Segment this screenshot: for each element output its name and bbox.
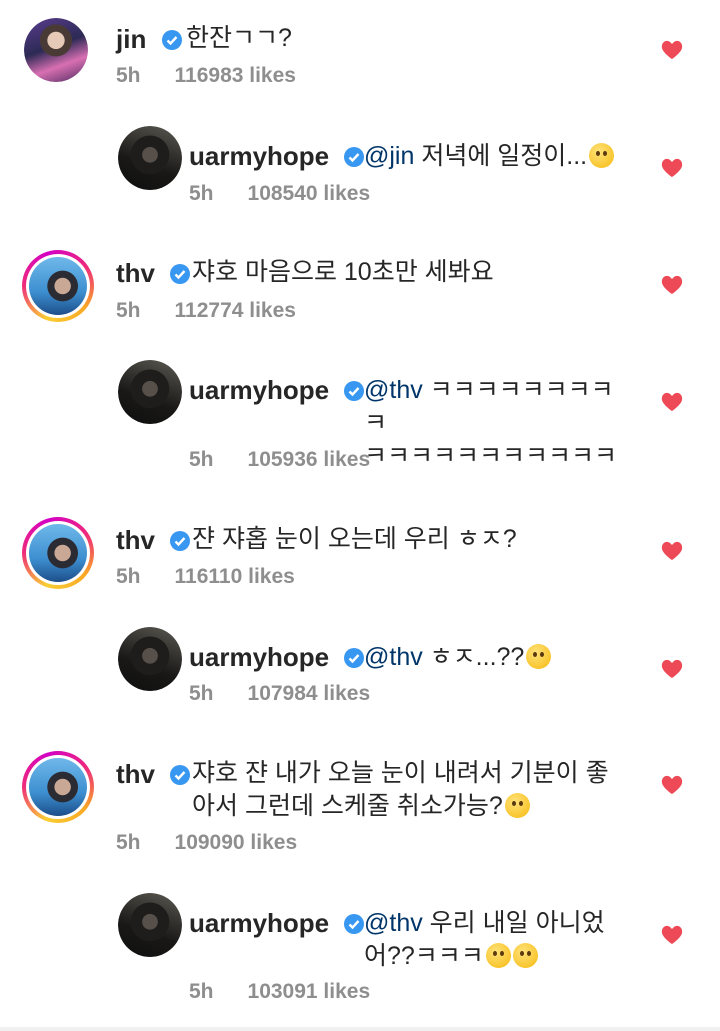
avatar[interactable]: [22, 751, 94, 823]
thv-avatar-image: [29, 257, 87, 315]
username-label[interactable]: uarmyhope: [189, 375, 329, 405]
heart-icon[interactable]: [661, 659, 683, 679]
username-label[interactable]: thv: [116, 258, 155, 288]
timestamp: 5h: [116, 299, 141, 322]
heart-icon[interactable]: [661, 392, 683, 412]
comment-meta: 5h 109090 likes: [116, 831, 297, 855]
avatar[interactable]: [22, 250, 94, 322]
comment-meta: 5h 112774 likes: [116, 299, 296, 323]
avatar[interactable]: [22, 517, 94, 589]
comment-text: 쟈호 쟌 내가 오늘 눈이 내려서 기분이 좋 아서 그런데 스케줄 취소가능?: [192, 759, 609, 820]
verified-badge-icon: [170, 531, 191, 551]
heart-icon[interactable]: [661, 40, 683, 60]
timestamp: 5h: [189, 682, 214, 705]
avatar[interactable]: [118, 627, 182, 691]
thv-avatar-image: [29, 524, 87, 582]
verified-badge-icon: [161, 30, 182, 50]
mention-link[interactable]: @jin: [364, 142, 414, 170]
username[interactable]: uarmyhope: [189, 141, 365, 172]
thv-avatar-image: [29, 758, 87, 816]
verified-badge-icon: [344, 147, 365, 167]
username-label[interactable]: uarmyhope: [189, 908, 329, 938]
verified-badge-icon: [170, 765, 191, 785]
avatar[interactable]: [118, 360, 182, 424]
username[interactable]: uarmyhope: [189, 375, 365, 406]
timestamp: 5h: [189, 980, 214, 1003]
uarmyhope-avatar-image: [118, 126, 182, 190]
likes-count[interactable]: 103091 likes: [248, 980, 371, 1003]
mention-link[interactable]: @thv: [364, 909, 423, 937]
timestamp: 5h: [116, 64, 141, 87]
likes-count[interactable]: 107984 likes: [248, 682, 371, 705]
avatar[interactable]: [118, 126, 182, 190]
comment-text: 한잔ㄱㄱ?: [186, 24, 292, 52]
username-label[interactable]: thv: [116, 759, 155, 789]
likes-count[interactable]: 108540 likes: [248, 182, 371, 205]
likes-count[interactable]: 109090 likes: [175, 831, 298, 854]
username-label[interactable]: uarmyhope: [189, 642, 329, 672]
avatar[interactable]: [118, 893, 182, 957]
likes-count[interactable]: 116110 likes: [175, 565, 295, 588]
mention-link[interactable]: @thv: [364, 376, 423, 404]
uarmyhope-avatar-image: [118, 360, 182, 424]
heart-eyes-emoji: [504, 793, 530, 818]
comment-meta: 5h 105936 likes: [189, 448, 370, 472]
comment-meta: 5h 103091 likes: [189, 980, 370, 1004]
username-label[interactable]: jin: [116, 24, 146, 54]
verified-badge-icon: [344, 914, 365, 934]
comment-text: @thv ㅎㅈ...??: [364, 641, 552, 674]
likes-count[interactable]: 112774 likes: [175, 299, 296, 322]
timestamp: 5h: [189, 448, 214, 471]
mention-link[interactable]: @thv: [364, 643, 423, 671]
uarmyhope-avatar-image: [118, 893, 182, 957]
surprised-emoji: [526, 644, 552, 669]
username[interactable]: thv: [116, 525, 191, 556]
comment-meta: 5h 108540 likes: [189, 182, 370, 206]
comment-meta: 5h 116983 likes: [116, 64, 296, 88]
comment-text: 쟈호 마음으로 10초만 세봐요: [192, 258, 494, 286]
username[interactable]: thv: [116, 759, 191, 790]
heart-icon[interactable]: [661, 775, 683, 795]
comment-meta: 5h 107984 likes: [189, 682, 370, 706]
divider: [0, 1027, 720, 1031]
verified-badge-icon: [344, 648, 365, 668]
username[interactable]: jin: [116, 24, 182, 55]
grinning-sweat-emoji: [589, 143, 615, 168]
username[interactable]: thv: [116, 258, 191, 289]
timestamp: 5h: [189, 182, 214, 205]
username[interactable]: uarmyhope: [189, 642, 365, 673]
comment-text: 쟌 쟈홉 눈이 오는데 우리 ㅎㅈ?: [192, 525, 517, 553]
username-label[interactable]: thv: [116, 525, 155, 555]
timestamp: 5h: [116, 565, 141, 588]
likes-count[interactable]: 105936 likes: [248, 448, 371, 471]
heart-icon[interactable]: [661, 275, 683, 295]
uarmyhope-avatar-image: [118, 627, 182, 691]
heart-icon[interactable]: [661, 925, 683, 945]
comment-meta: 5h 116110 likes: [116, 565, 295, 589]
jin-avatar-image: [24, 18, 88, 82]
username[interactable]: uarmyhope: [189, 908, 365, 939]
heart-icon[interactable]: [661, 158, 683, 178]
username-label[interactable]: uarmyhope: [189, 141, 329, 171]
comment-text: @thv 우리 내일 아니었 어??ㅋㅋㅋ: [364, 909, 605, 970]
crying-emoji: [485, 943, 511, 968]
heart-icon[interactable]: [661, 541, 683, 561]
likes-count[interactable]: 116983 likes: [175, 64, 296, 87]
verified-badge-icon: [344, 381, 365, 401]
comment-text: @jin 저녁에 일정이...: [364, 140, 615, 173]
comment-text: @thv ㅋㅋㅋㅋㅋㅋㅋㅋㅋ ㅋㅋㅋㅋㅋㅋㅋㅋㅋㅋㅋ: [364, 376, 618, 470]
avatar[interactable]: [24, 18, 88, 82]
surprised-emoji: [512, 943, 538, 968]
verified-badge-icon: [170, 264, 191, 284]
timestamp: 5h: [116, 831, 141, 854]
